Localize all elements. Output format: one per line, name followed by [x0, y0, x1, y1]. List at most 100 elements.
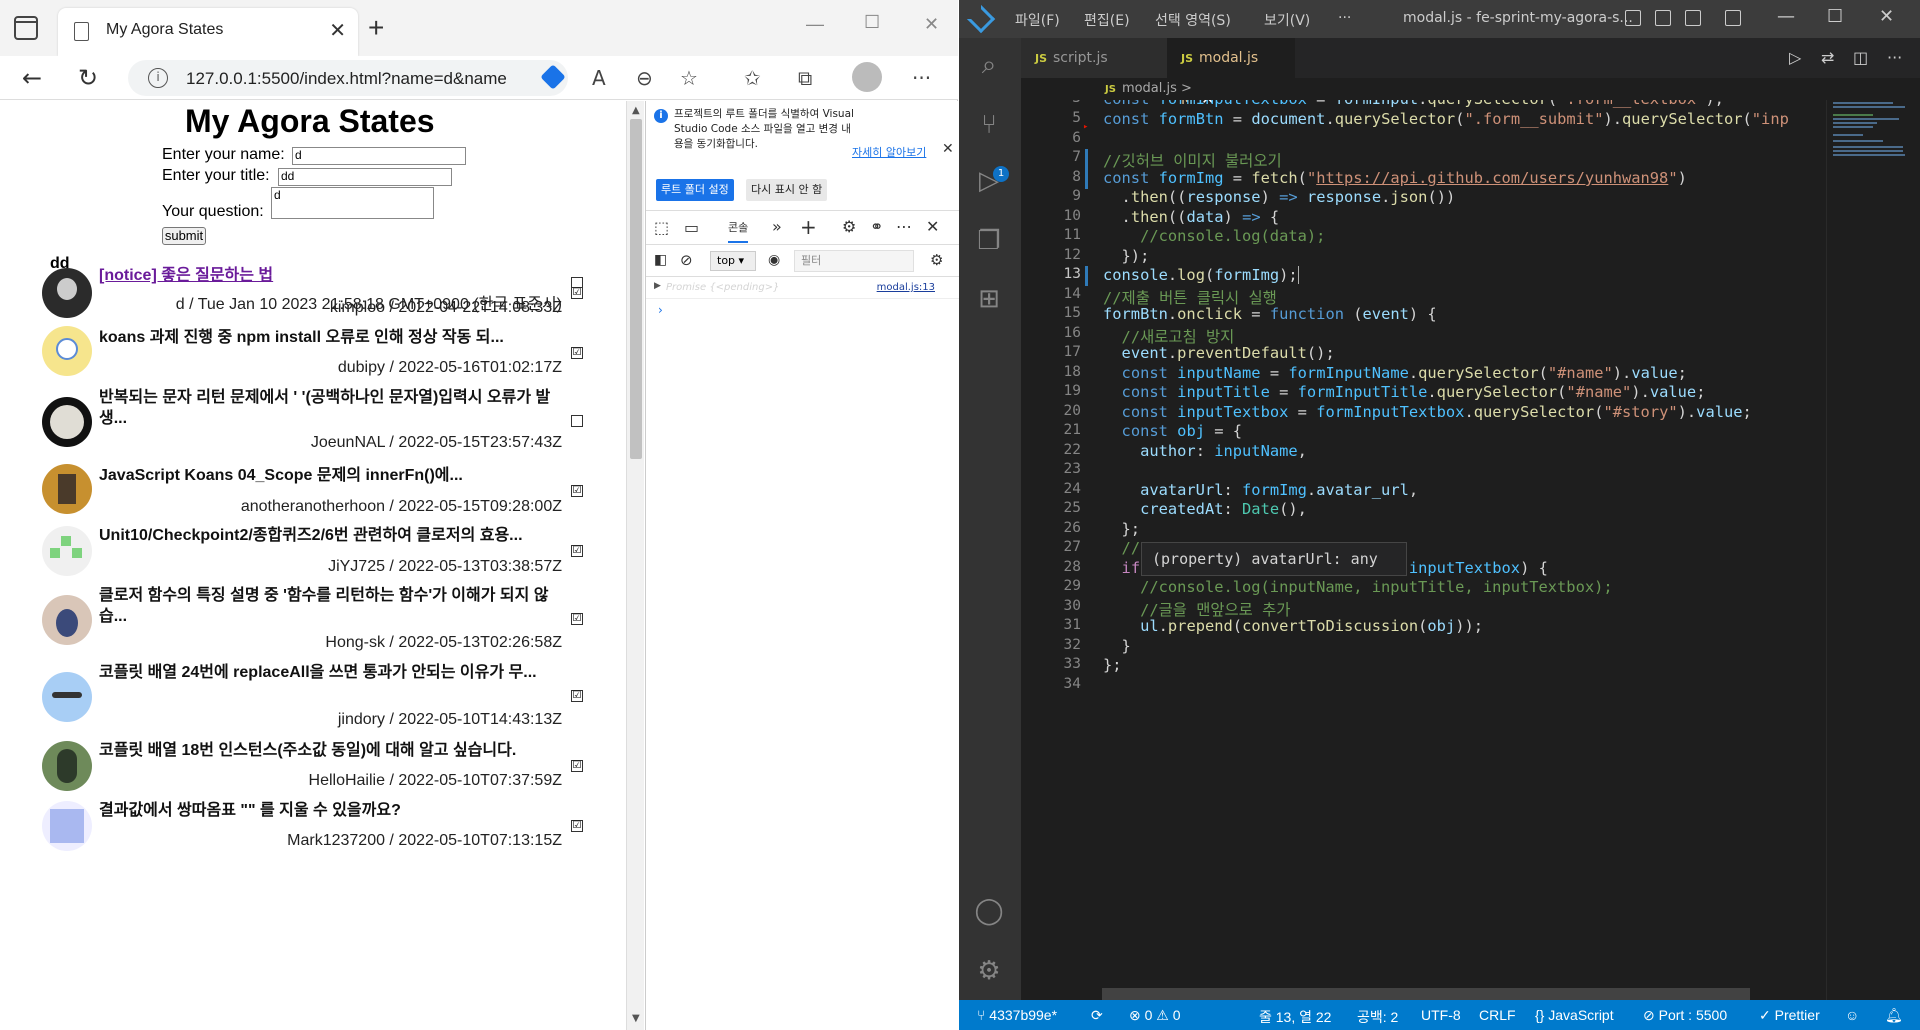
favorites-icon[interactable]: ✩: [744, 66, 761, 90]
browser-tab[interactable]: My Agora States ✕: [58, 8, 358, 56]
eye-icon[interactable]: ◉: [768, 252, 780, 268]
more-icon[interactable]: ···: [912, 66, 931, 90]
device-icon[interactable]: ▭: [684, 218, 699, 237]
learn-more-link[interactable]: 자세히 알아보기: [852, 144, 926, 160]
tab-script-js[interactable]: JS script.js: [1021, 38, 1167, 78]
discussion-title[interactable]: 코플릿 배열 24번에 replaceAll을 쓰면 통과가 안되는 이유가 무…: [99, 662, 569, 683]
add-tab-icon[interactable]: +: [800, 215, 817, 239]
menu-edit[interactable]: 편집(E): [1084, 10, 1130, 30]
minimize-icon[interactable]: —: [1777, 6, 1795, 27]
run-debug-icon[interactable]: ▷: [972, 164, 1006, 198]
git-branch[interactable]: ⑂ 4337b99e*: [977, 1007, 1057, 1023]
live-server-port[interactable]: ⊘ Port : 5500: [1643, 1007, 1727, 1024]
site-info-icon[interactable]: i: [148, 68, 168, 88]
url-text[interactable]: 127.0.0.1:5500/index.html?name=d&name...: [186, 69, 506, 89]
minimap[interactable]: [1826, 100, 1920, 1000]
account-icon[interactable]: ◯: [972, 894, 1006, 928]
close-window-icon[interactable]: ✕: [924, 14, 939, 35]
name-input[interactable]: d: [292, 147, 466, 165]
toggle-secondary-sidebar-icon[interactable]: [1685, 10, 1701, 26]
search-icon[interactable]: ⌕: [972, 48, 1006, 82]
customize-layout-icon[interactable]: [1725, 10, 1741, 26]
expand-icon[interactable]: ▶: [654, 281, 661, 291]
discussion-title-link[interactable]: [notice] 좋은 질문하는 법: [99, 265, 569, 286]
manage-gear-icon[interactable]: ⚙: [972, 954, 1006, 988]
extensions-icon[interactable]: ⊞: [972, 282, 1006, 316]
close-banner-icon[interactable]: ✕: [942, 141, 954, 157]
sync-icon[interactable]: ⟳: [1091, 1007, 1103, 1024]
menu-file[interactable]: 파일(F): [1015, 10, 1060, 30]
discussion-title[interactable]: Unit10/Checkpoint2/종합퀴즈2/6번 관련하여 클로저의 효용…: [99, 525, 569, 546]
minimize-icon[interactable]: —: [806, 14, 824, 35]
url-bar[interactable]: i 127.0.0.1:5500/index.html?name=d&name.…: [128, 60, 568, 96]
console-log-line[interactable]: ▶ Promise {<pending>} modal.js:13: [646, 277, 959, 299]
discussion-title[interactable]: 클로저 함수의 특징 설명 중 '함수를 리턴하는 함수'가 이해가 되지 않습…: [99, 585, 569, 627]
encoding[interactable]: UTF-8: [1421, 1007, 1461, 1023]
scrollbar-thumb[interactable]: [630, 119, 642, 459]
favorite-add-icon[interactable]: ☆: [680, 66, 698, 90]
more-icon[interactable]: ⋯: [896, 217, 912, 236]
discussion-title[interactable]: JavaScript Koans 04_Scope 문제의 innerFn()에…: [99, 465, 569, 486]
inspect-icon[interactable]: ⬚: [654, 218, 669, 237]
sidebar-icon[interactable]: ◧: [654, 252, 667, 268]
more-actions-icon[interactable]: ···: [1887, 48, 1902, 67]
back-icon[interactable]: ←: [22, 64, 42, 92]
cursor-position[interactable]: 줄 13, 열 22: [1259, 1007, 1331, 1027]
maximize-icon[interactable]: ☐: [1827, 6, 1843, 27]
source-control-icon[interactable]: ⑂: [972, 108, 1006, 142]
filter-input[interactable]: 필터: [794, 250, 914, 272]
breadcrumb[interactable]: JS modal.js >: [1021, 78, 1920, 100]
collections-icon[interactable]: ⧉: [798, 66, 812, 90]
new-tab-icon[interactable]: +: [368, 12, 384, 44]
maximize-icon[interactable]: ☐: [864, 12, 880, 33]
menu-more[interactable]: ···: [1338, 10, 1351, 26]
page-scrollbar[interactable]: ▲ ▼: [626, 101, 644, 1030]
toggle-sidebar-icon[interactable]: [1625, 10, 1641, 26]
clear-console-icon[interactable]: ⊘: [680, 251, 693, 269]
discussion-title[interactable]: 결과값에서 쌍따옴표 "" 를 지울 수 있을까요?: [99, 800, 569, 821]
close-window-icon[interactable]: ✕: [1879, 6, 1894, 27]
connection-icon[interactable]: ⚭: [870, 217, 883, 236]
menu-view[interactable]: 보기(V): [1264, 10, 1310, 30]
toggle-panel-icon[interactable]: [1655, 10, 1671, 26]
profile-avatar[interactable]: [852, 62, 882, 92]
explorer-icon[interactable]: ❐: [972, 224, 1006, 258]
line-ending[interactable]: CRLF: [1479, 1007, 1516, 1023]
run-icon[interactable]: ▷: [1789, 48, 1801, 67]
menu-selection[interactable]: 선택 영역(S): [1155, 10, 1231, 30]
discussion-title[interactable]: 반복되는 문자 리턴 문제에서 ' '(공백하나인 문자열)입력시 오류가 발생…: [99, 387, 569, 429]
refresh-icon[interactable]: ↻: [78, 64, 98, 92]
tab-modal-js[interactable]: JSmodal.js M✕: [1167, 38, 1295, 108]
title-input[interactable]: dd: [278, 168, 452, 186]
shopping-tag-icon[interactable]: [540, 64, 566, 90]
close-devtools-icon[interactable]: ✕: [926, 217, 939, 236]
console-settings-icon[interactable]: ⚙: [930, 251, 943, 269]
submit-button[interactable]: submit: [162, 227, 206, 245]
tab-console[interactable]: 콘솔: [728, 219, 749, 243]
compare-icon[interactable]: ⇄: [1821, 48, 1834, 67]
console-prompt[interactable]: ›: [658, 303, 663, 317]
settings-icon[interactable]: ⚙: [842, 217, 856, 236]
more-tabs-icon[interactable]: »: [772, 217, 782, 236]
dont-show-again-button[interactable]: 다시 표시 안 함: [746, 179, 828, 201]
context-select[interactable]: top ▾: [710, 251, 756, 271]
language-mode[interactable]: {} JavaScript: [1535, 1007, 1614, 1023]
discussion-title[interactable]: koans 과제 진행 중 npm install 오류로 인해 정상 작동 되…: [99, 327, 569, 348]
problems-count[interactable]: ⊗ 0 ⚠ 0: [1129, 1007, 1181, 1024]
question-textarea[interactable]: d: [271, 187, 434, 219]
log-source-link[interactable]: modal.js:13: [877, 282, 935, 293]
split-editor-icon[interactable]: ◫: [1853, 48, 1868, 67]
sidebar-toggle-icon[interactable]: [14, 16, 38, 40]
indentation[interactable]: 공백: 2: [1357, 1007, 1398, 1027]
discussion-title[interactable]: 코플릿 배열 18번 인스턴스(주소값 동일)에 대해 알고 싶습니다.: [99, 740, 569, 761]
scroll-down-icon[interactable]: ▼: [632, 1013, 640, 1024]
feedback-icon[interactable]: ☺: [1845, 1007, 1859, 1023]
notifications-icon[interactable]: 🔔︎: [1885, 1007, 1903, 1024]
scroll-up-icon[interactable]: ▲: [632, 105, 640, 116]
prettier-status[interactable]: ✓ Prettier: [1759, 1007, 1820, 1024]
horizontal-scrollbar[interactable]: [1102, 988, 1750, 1000]
set-root-folder-button[interactable]: 루트 폴더 설정: [656, 179, 734, 201]
close-tab-icon[interactable]: ✕: [329, 18, 346, 42]
read-aloud-icon[interactable]: A: [592, 66, 606, 90]
zoom-icon[interactable]: ⊖: [636, 66, 653, 90]
